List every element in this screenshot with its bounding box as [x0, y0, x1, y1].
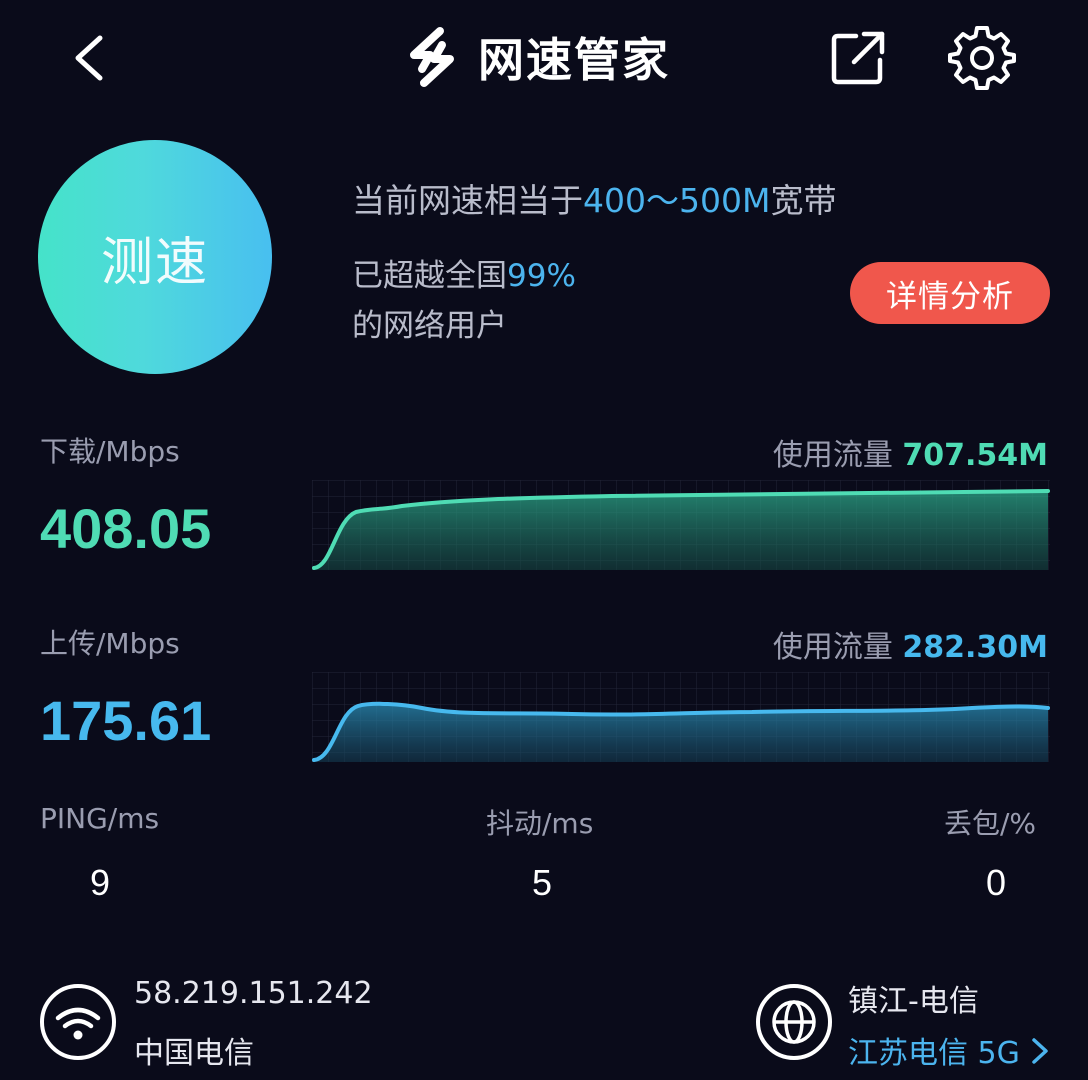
- ranking-prefix: 已超越全国: [352, 258, 507, 294]
- upload-speed-value: 175.61: [40, 689, 212, 752]
- app-title: 网速管家: [400, 22, 670, 92]
- page-title: 网速管家: [478, 33, 670, 87]
- upload-traffic: 使用流量 282.30M: [773, 622, 1048, 666]
- wifi-icon: [40, 984, 116, 1060]
- jitter-label: 抖动/ms: [486, 807, 594, 840]
- app-logo-icon: [410, 27, 454, 87]
- network-type-label: 江苏电信 5G: [848, 1036, 1020, 1071]
- download-traffic-label: 使用流量: [772, 438, 893, 473]
- upload-label: 上传/Mbps: [40, 627, 180, 660]
- chevron-left-icon: [75, 35, 103, 81]
- isp-name: 中国电信: [134, 1036, 254, 1071]
- jitter-value: 5: [532, 862, 553, 903]
- ip-address: 58.219.151.242: [134, 976, 373, 1011]
- network-type-link[interactable]: 江苏电信 5G: [848, 1028, 1051, 1072]
- server-location: 镇江-电信: [848, 984, 979, 1019]
- download-speed-value: 408.05: [40, 497, 212, 560]
- speed-equivalent-prefix: 当前网速相当于: [352, 181, 583, 220]
- download-speed-chart: [312, 480, 1050, 570]
- ping-label: PING/ms: [40, 802, 160, 835]
- upload-traffic-label: 使用流量: [772, 630, 893, 665]
- start-test-label: 测速: [100, 232, 209, 293]
- share-icon: [831, 31, 885, 85]
- upload-speed-chart: [312, 672, 1050, 762]
- packet-loss-label: 丢包/%: [944, 807, 1037, 840]
- ranking-text: 已超越全国99%: [352, 250, 576, 295]
- download-traffic-value: 707.54M: [902, 438, 1048, 473]
- settings-button[interactable]: [948, 24, 1016, 92]
- speed-test-result-page: 网速管家 测速 当前网速相当于400～500M宽带 已超越全国99% 的网络用户…: [0, 0, 1088, 1080]
- globe-icon: [756, 984, 832, 1060]
- ranking-suffix: 的网络用户: [352, 308, 507, 344]
- detail-analysis-button[interactable]: 详情分析: [850, 262, 1050, 324]
- speed-equivalent-value: 400～500M: [583, 181, 771, 220]
- speed-equivalent-suffix: 宽带: [770, 181, 837, 220]
- upload-traffic-value: 282.30M: [902, 630, 1048, 665]
- download-label: 下载/Mbps: [40, 435, 180, 468]
- gear-icon: [948, 26, 1016, 90]
- download-traffic: 使用流量 707.54M: [773, 430, 1048, 474]
- chevron-right-icon: [1032, 1038, 1049, 1064]
- back-button[interactable]: [60, 28, 120, 88]
- packet-loss-value: 0: [986, 862, 1007, 903]
- speed-equivalent-text: 当前网速相当于400～500M宽带: [352, 174, 836, 222]
- start-test-button[interactable]: 测速: [38, 140, 272, 374]
- share-button[interactable]: [826, 26, 890, 90]
- ranking-value: 99%: [507, 258, 576, 294]
- ping-value: 9: [90, 862, 111, 903]
